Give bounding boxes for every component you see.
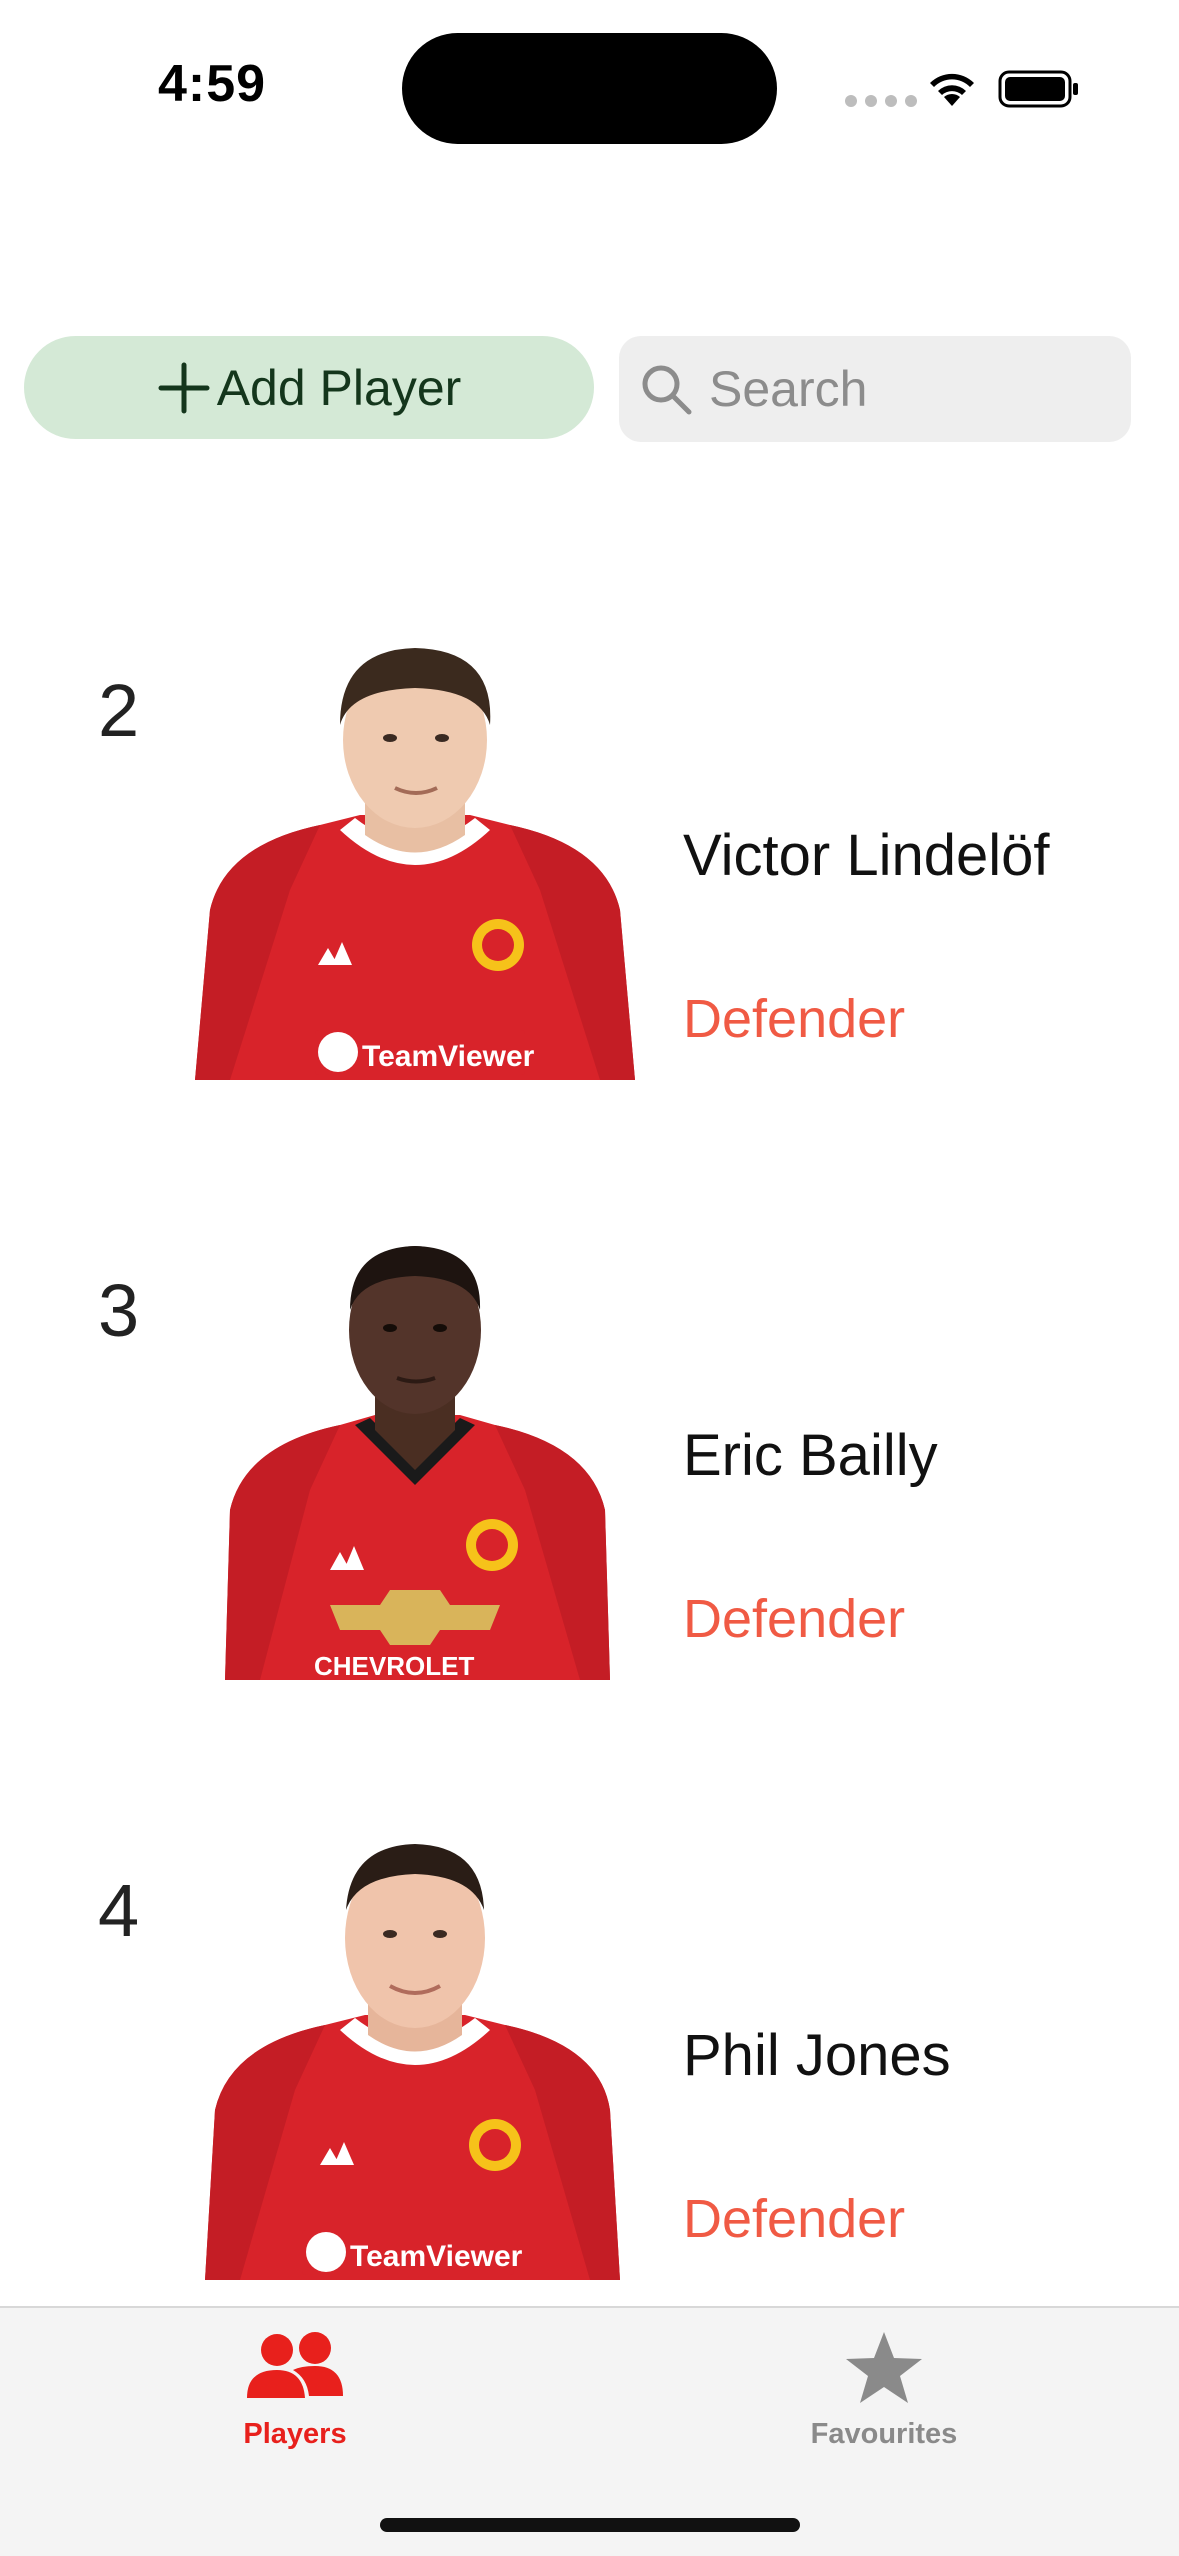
home-indicator: [380, 2518, 800, 2532]
player-position: Defender: [683, 2189, 906, 2249]
search-input[interactable]: [709, 360, 1109, 418]
player-row[interactable]: 2 TeamViewer Victor Lindelöf Defender: [0, 560, 1179, 1120]
search-icon: [642, 365, 692, 415]
tab-favourites[interactable]: Favourites: [734, 2328, 1034, 2478]
player-row[interactable]: 3 CHEVROLET Eric Bailly Defender: [0, 1160, 1179, 1720]
player-number: 2: [98, 669, 140, 752]
player-position: Defender: [683, 989, 906, 1049]
battery-icon: [998, 70, 1078, 108]
player-photo: CHEVROLET: [225, 1246, 610, 1680]
player-photo: TeamViewer: [205, 1844, 620, 2280]
player-position: Defender: [683, 1589, 906, 1649]
shirt-sponsor: TeamViewer: [350, 2240, 523, 2273]
cellular-signal-icon: [845, 95, 917, 107]
player-name: Eric Bailly: [683, 1423, 938, 1488]
add-player-label: Add Player: [216, 359, 462, 416]
star-icon: [846, 2332, 922, 2403]
tab-players-label: Players: [243, 2418, 347, 2450]
dynamic-island: [402, 33, 777, 144]
status-time: 4:59: [158, 55, 267, 113]
plus-icon: [158, 362, 210, 413]
player-number: 3: [98, 1269, 140, 1352]
player-name: Phil Jones: [683, 2023, 951, 2088]
player-number: 4: [98, 1869, 140, 1952]
shirt-sponsor: TeamViewer: [362, 1040, 535, 1073]
status-bar: 4:59: [0, 0, 1179, 170]
player-name: Victor Lindelöf: [683, 823, 1050, 888]
player-row[interactable]: 4 TeamViewer Phil Jones Defender: [0, 1760, 1179, 2320]
shirt-sponsor: CHEVROLET: [314, 1651, 474, 1680]
tab-players[interactable]: Players: [145, 2328, 445, 2478]
wifi-icon: [930, 73, 974, 106]
player-photo: TeamViewer: [195, 648, 635, 1080]
tab-favourites-label: Favourites: [810, 2418, 958, 2450]
add-player-button[interactable]: Add Player: [24, 336, 594, 439]
people-icon: [247, 2332, 343, 2398]
search-field[interactable]: [619, 336, 1131, 442]
